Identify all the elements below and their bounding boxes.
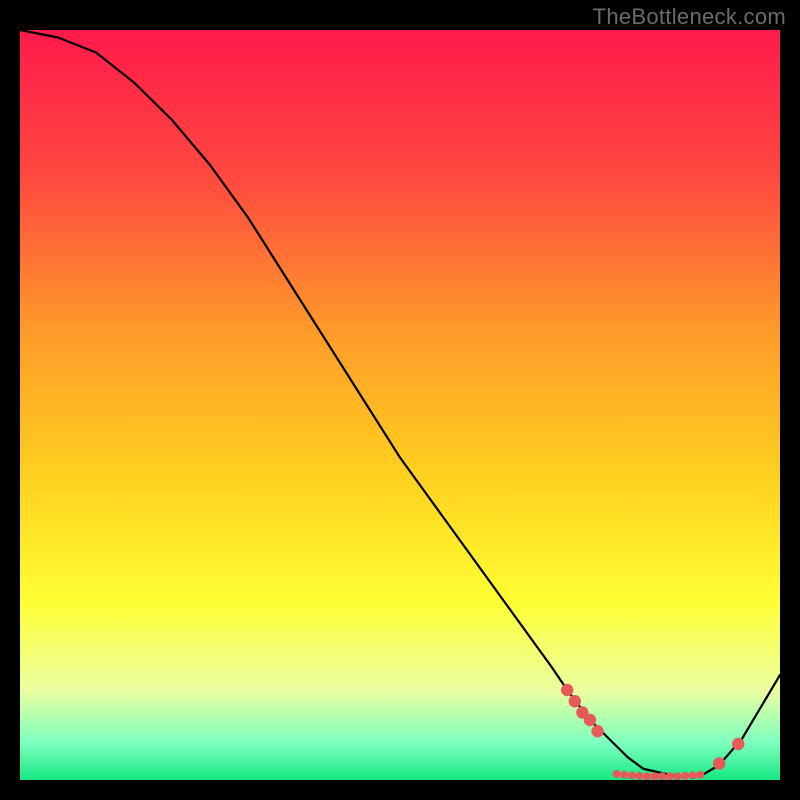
marker-dot	[591, 725, 603, 737]
marker-dot	[732, 738, 744, 750]
marker-dot	[561, 684, 573, 696]
marker-dot	[713, 757, 725, 769]
marker-dot	[620, 771, 628, 779]
watermark: TheBottleneck.com	[593, 4, 786, 30]
marker-dot	[613, 770, 621, 778]
marker-dot	[658, 772, 666, 780]
chart-frame: TheBottleneck.com	[0, 0, 800, 800]
chart-svg	[20, 30, 780, 780]
marker-dot	[651, 772, 659, 780]
marker-dot	[681, 772, 689, 780]
marker-dot	[635, 772, 643, 780]
chart-background	[20, 30, 780, 780]
marker-dot	[689, 772, 697, 780]
marker-dot	[643, 772, 651, 780]
plot-area	[20, 30, 780, 780]
marker-dot	[696, 771, 704, 779]
marker-dot	[628, 772, 636, 780]
marker-dot	[673, 772, 681, 780]
marker-dot	[584, 714, 596, 726]
marker-dot	[666, 772, 674, 780]
marker-dot	[569, 695, 581, 707]
